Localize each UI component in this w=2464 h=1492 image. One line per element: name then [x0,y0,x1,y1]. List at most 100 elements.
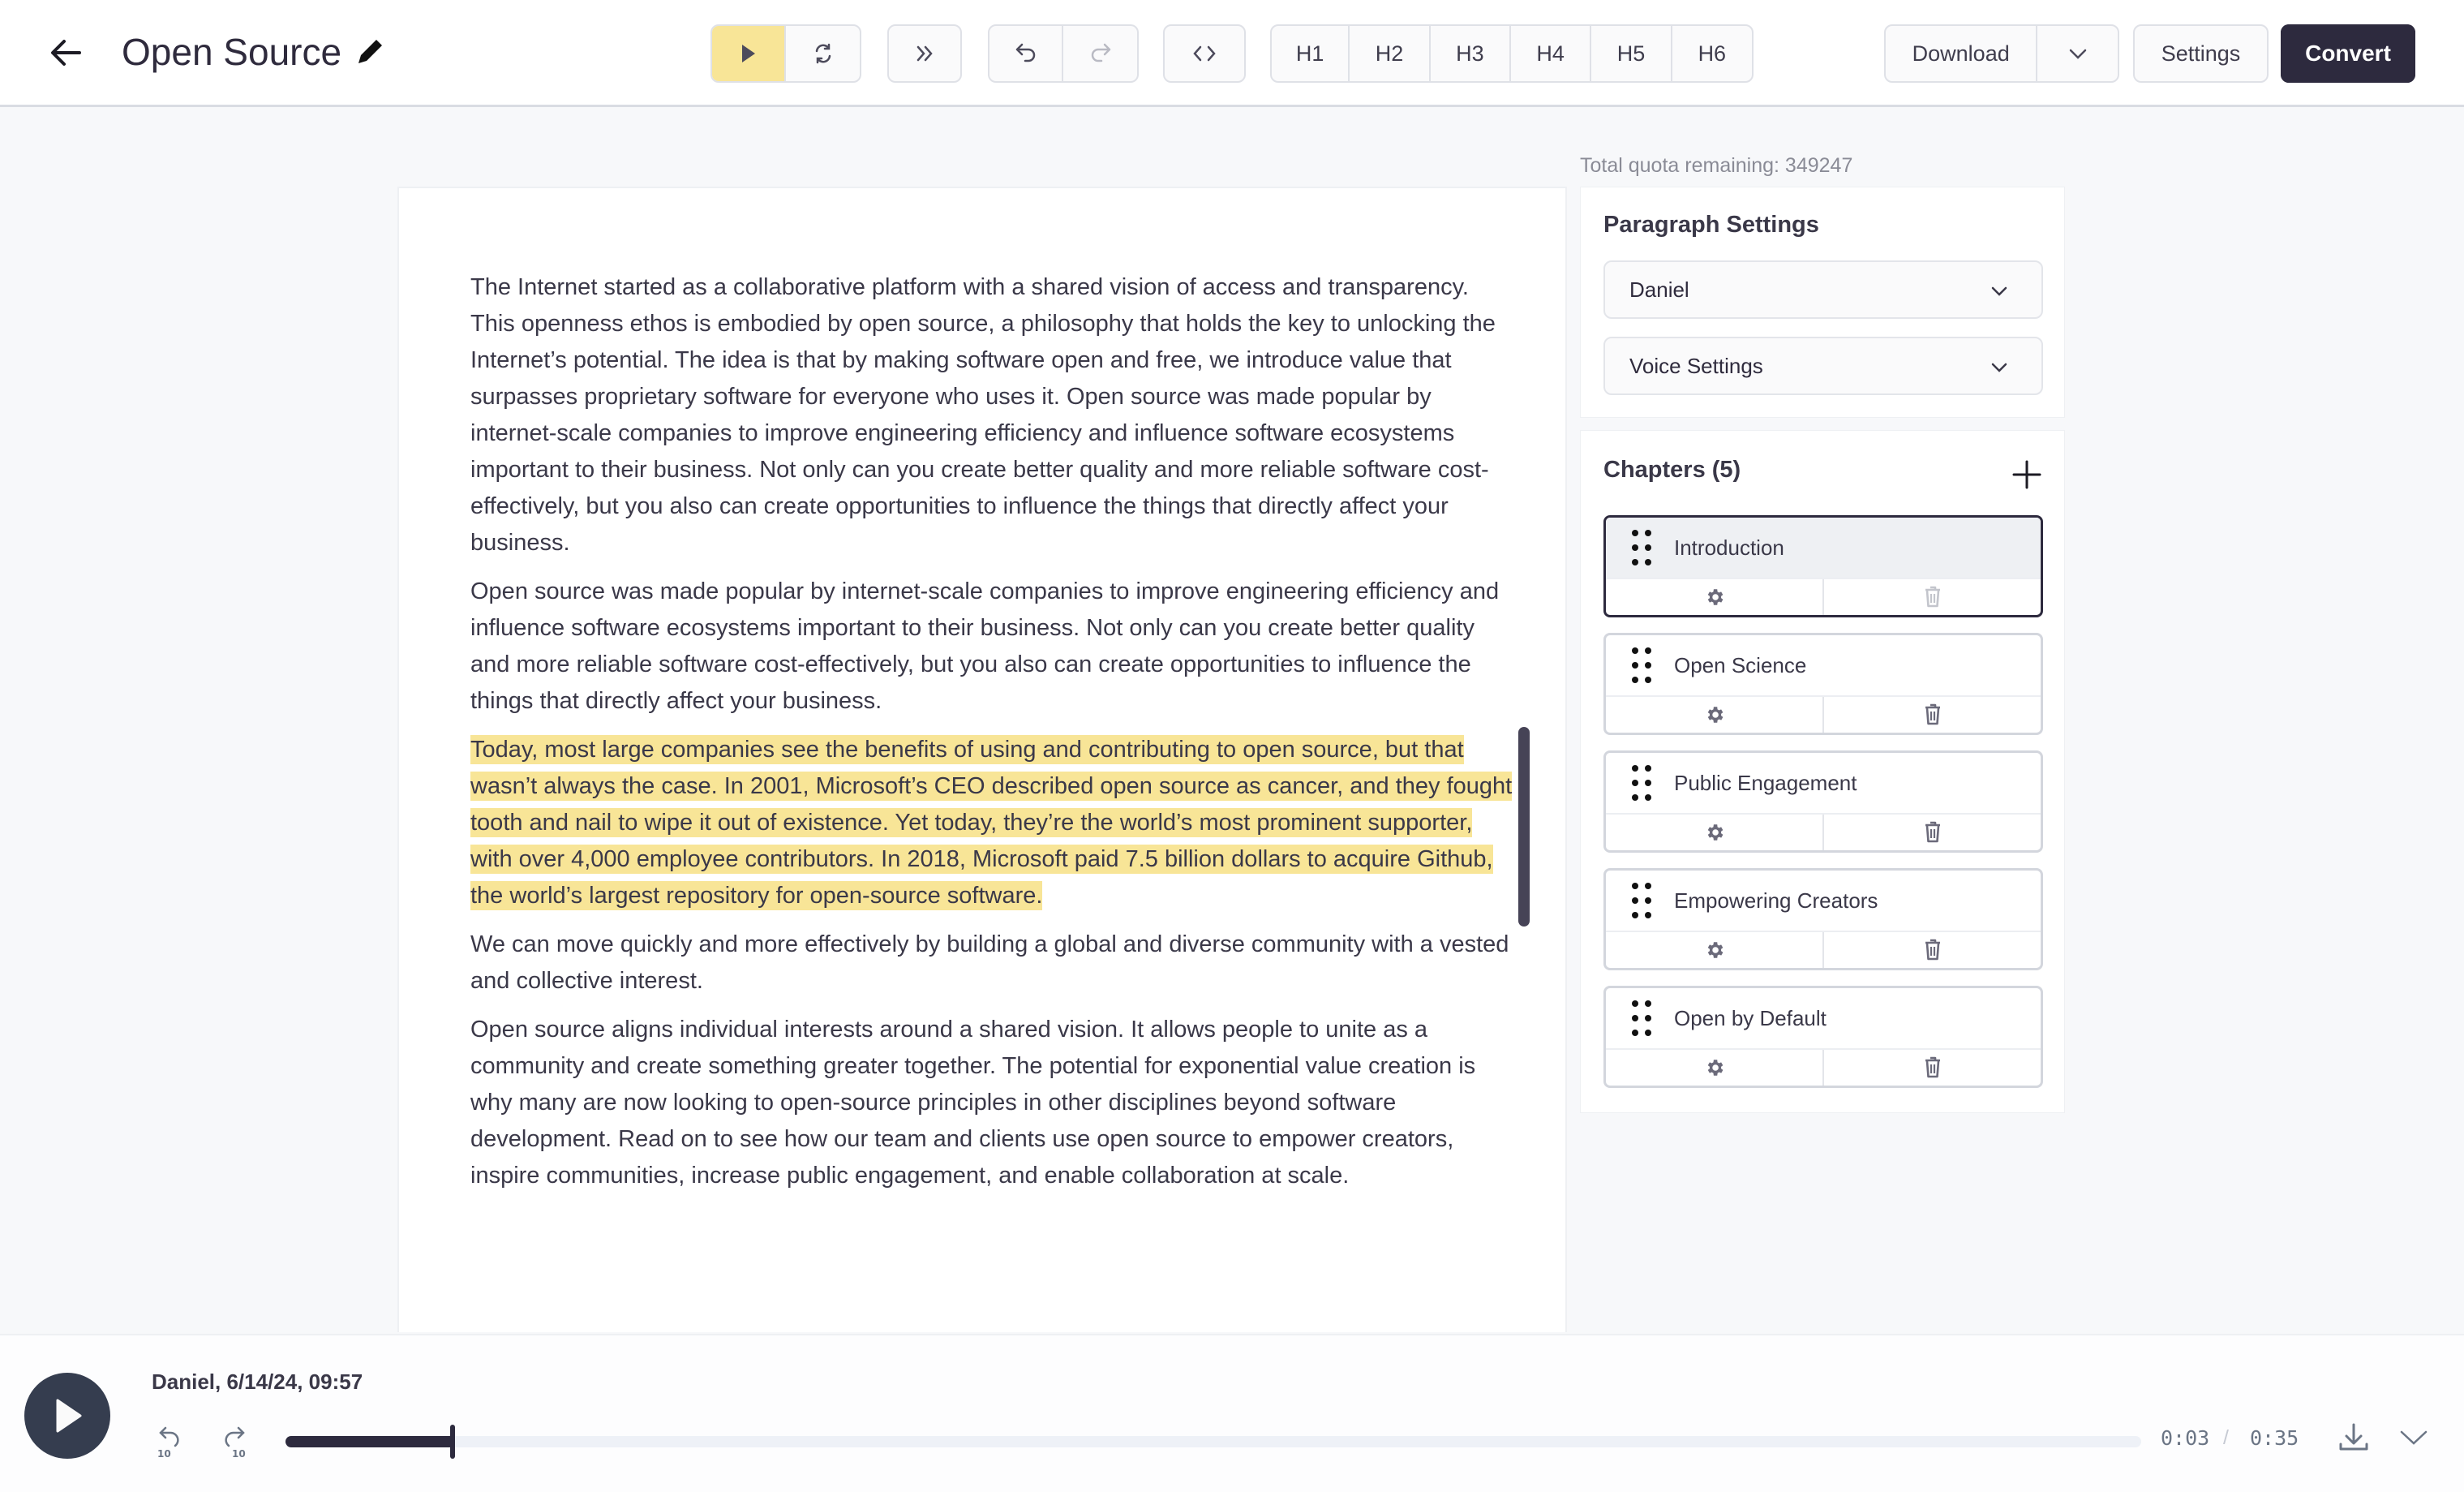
chevron-down-icon [2069,49,2086,59]
chapter-item[interactable]: Empowering Creators [1603,868,2043,970]
heading-h3-button[interactable]: H3 [1431,26,1511,81]
rewind-10-icon: 10 [157,1426,179,1460]
paragraph[interactable]: Open source was made popular by internet… [470,574,1517,720]
player-play-button[interactable] [24,1373,110,1459]
drag-handle-icon[interactable] [1630,528,1653,567]
undo-button[interactable] [989,26,1064,81]
paragraph[interactable]: The Internet started as a collaborative … [470,269,1517,561]
chapter-settings-button[interactable] [1606,697,1824,733]
editor-scrollbar[interactable] [1518,727,1530,927]
player-meta: Daniel, 6/14/24, 09:57 [152,1369,363,1394]
chapter-item[interactable]: Introduction [1603,515,2043,617]
drag-handle-icon[interactable] [1630,999,1653,1038]
chapter-item[interactable]: Open by Default [1603,986,2043,1088]
progress-thumb[interactable] [449,1425,455,1459]
convert-group: Convert [2281,24,2415,83]
chapter-select-area[interactable]: Open Science [1606,635,2041,697]
editor-content[interactable]: The Internet started as a collaborative … [470,269,1517,1206]
convert-button[interactable]: Convert [2281,24,2415,83]
voice-select[interactable]: Daniel [1603,260,2043,319]
edit-title-button[interactable] [354,36,386,68]
heading-h2-button[interactable]: H2 [1350,26,1431,81]
gear-icon [1707,824,1723,841]
plus-icon [2012,460,2041,489]
voice-settings-select[interactable]: Voice Settings [1603,337,2043,395]
paragraph-text: Open source aligns individual interests … [470,1017,1476,1189]
chapter-settings-button[interactable] [1606,579,1824,615]
chapter-select-area[interactable]: Public Engagement [1606,753,2041,815]
chapter-item[interactable]: Open Science [1603,633,2043,735]
pencil-icon [358,40,382,63]
playback-group [710,24,861,83]
settings-group: Settings [2133,24,2269,83]
drag-handle-icon[interactable] [1630,881,1653,920]
add-chapter-button[interactable] [2011,458,2043,491]
rewind-10-button[interactable]: 10 [154,1425,187,1460]
chapter-item[interactable]: Public Engagement [1603,750,2043,853]
chapter-delete-button[interactable] [1824,1050,2041,1086]
heading-h5-button[interactable]: H5 [1591,26,1672,81]
player-download-button[interactable] [2337,1421,2370,1458]
chevron-down-icon [2400,1430,2428,1445]
chapter-actions [1606,697,2041,733]
drag-handle-icon[interactable] [1630,646,1653,685]
chapter-delete-button[interactable] [1824,697,2041,733]
time-separator: / [2223,1426,2229,1449]
play-icon [56,1399,82,1433]
download-button[interactable]: Download [1886,26,2038,81]
document-title: Open Source [122,31,342,73]
paragraph[interactable]: Open source aligns individual interests … [470,1012,1517,1194]
chapter-select-area[interactable]: Introduction [1606,518,2041,579]
paragraph-text: We can move quickly and more effectively… [470,931,1509,994]
skip-button[interactable] [889,26,960,81]
paragraph-highlighted[interactable]: Today, most large companies see the bene… [470,732,1517,914]
heading-h1-button[interactable]: H1 [1272,26,1350,81]
chapter-delete-button[interactable] [1824,815,2041,850]
code-view-button[interactable] [1165,26,1244,81]
redo-button[interactable] [1063,26,1137,81]
refresh-icon [815,43,831,64]
chapter-select-area[interactable]: Empowering Creators [1606,871,2041,932]
chapter-label: Open by Default [1674,1005,1827,1030]
chapter-delete-button [1824,579,2041,615]
chapter-settings-button[interactable] [1606,1050,1824,1086]
current-time: 0:03 [2161,1426,2210,1450]
heading-h4-button[interactable]: H4 [1511,26,1592,81]
regenerate-button[interactable] [786,26,860,81]
paragraph-text: Open source was made popular by internet… [470,578,1500,714]
forward-10-button[interactable]: 10 [217,1425,250,1460]
chapter-label: Open Science [1674,652,1807,677]
code-brackets-icon [1193,45,1216,62]
chapter-actions [1606,932,2041,968]
double-chevron-right-icon [916,45,933,62]
chapter-settings-button[interactable] [1606,815,1824,850]
chapter-label: Empowering Creators [1674,888,1878,913]
trash-icon [1925,1056,1940,1078]
chevron-down-icon [1991,363,2007,372]
drag-handle-icon[interactable] [1630,763,1653,802]
gear-icon [1707,707,1723,723]
undo-icon [1015,43,1035,62]
player-collapse-button[interactable] [2399,1428,2428,1451]
playback-progress-bar[interactable] [285,1425,2141,1459]
heading-h6-button[interactable]: H6 [1672,26,1752,81]
download-icon [2339,1423,2368,1451]
play-paragraph-button[interactable] [712,26,787,81]
play-icon [741,45,755,62]
download-options-button[interactable] [2037,26,2118,81]
text-editor[interactable]: The Internet started as a collaborative … [397,187,1567,1332]
paragraph-text: Today, most large companies see the bene… [470,735,1513,910]
chapter-select-area[interactable]: Open by Default [1606,988,2041,1050]
chapter-delete-button[interactable] [1824,932,2041,968]
gear-icon [1707,942,1723,958]
trash-icon [1925,586,1940,608]
settings-button[interactable]: Settings [2135,26,2267,81]
back-button[interactable] [45,32,86,73]
redo-icon [1091,43,1110,62]
chapter-actions [1606,815,2041,850]
arrow-left-icon [51,40,81,66]
trash-icon [1925,821,1940,843]
chapter-settings-button[interactable] [1606,932,1824,968]
paragraph[interactable]: We can move quickly and more effectively… [470,927,1517,1000]
chevron-down-icon [1991,286,2007,296]
